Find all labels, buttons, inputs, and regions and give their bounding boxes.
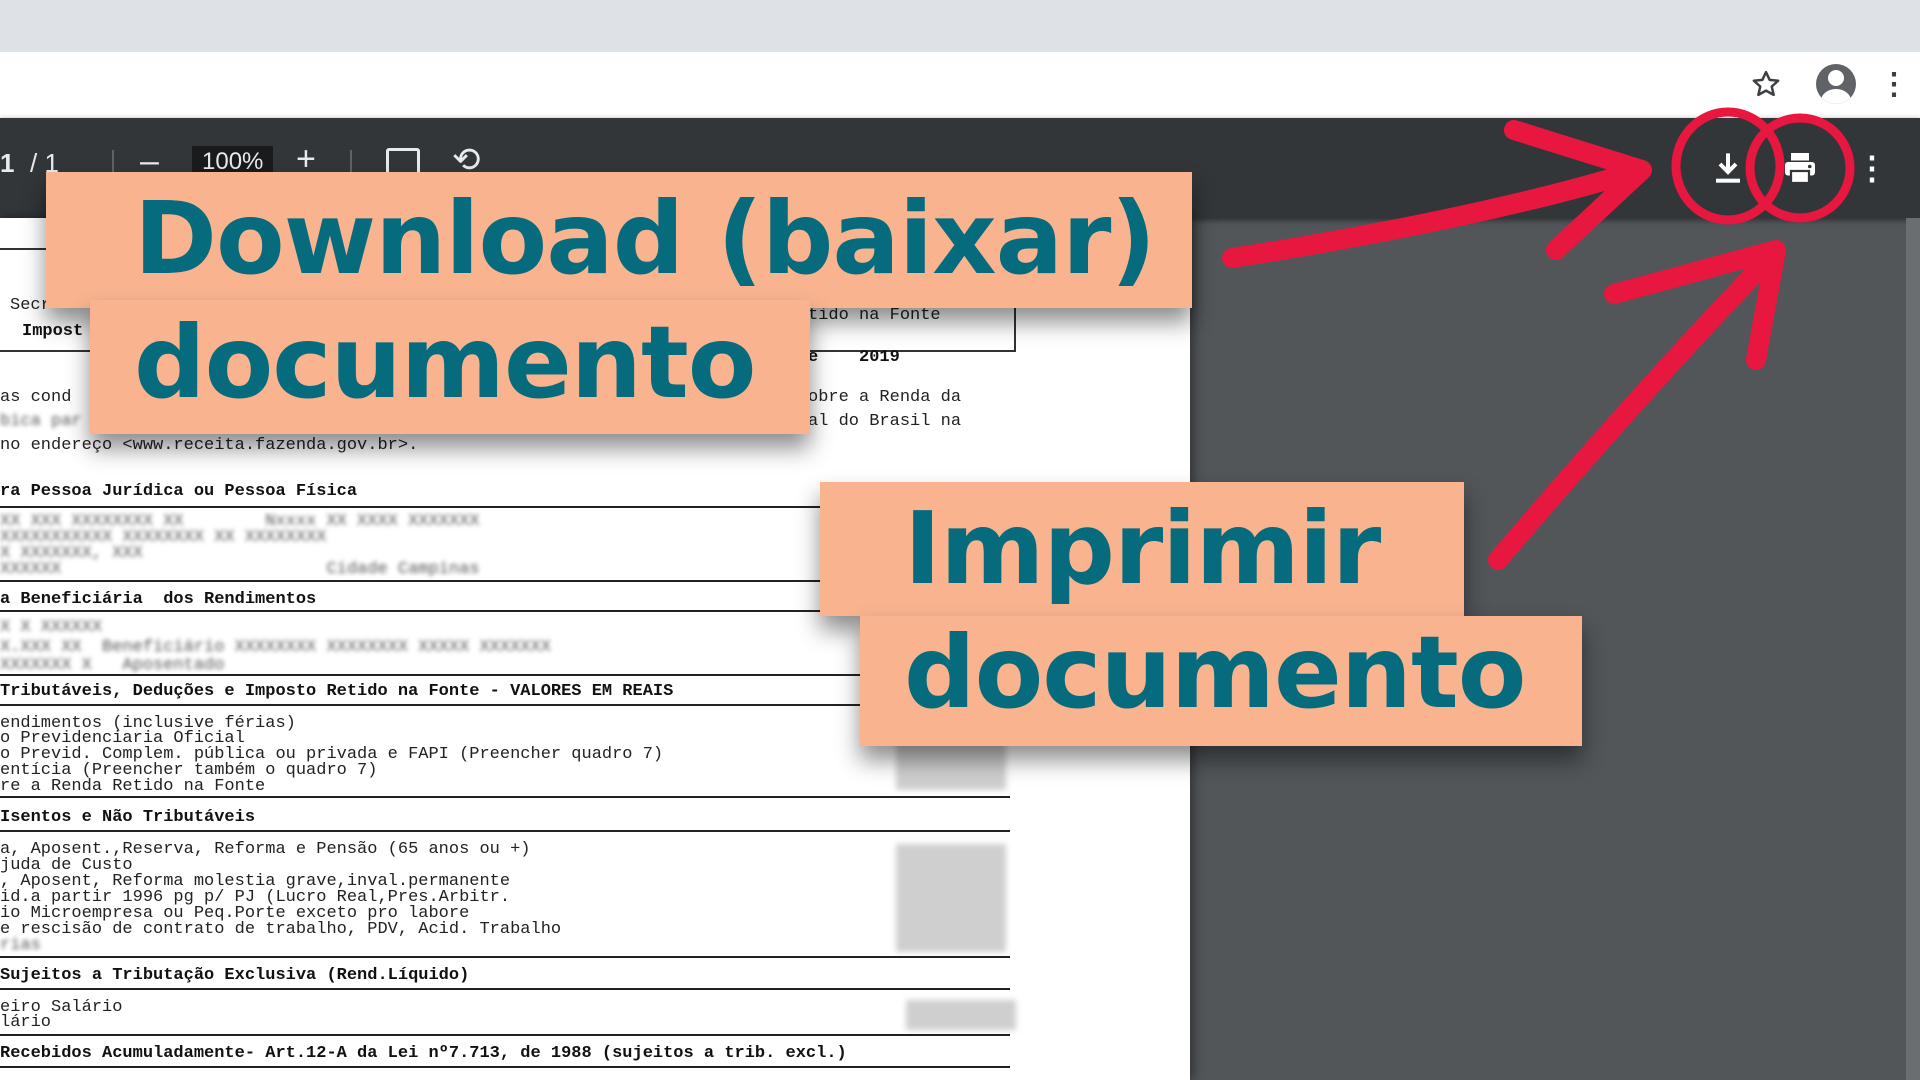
print-arrow — [1488, 252, 1776, 570]
print-highlight-circle — [1745, 113, 1855, 223]
annotation-arrows — [1222, 107, 1855, 570]
